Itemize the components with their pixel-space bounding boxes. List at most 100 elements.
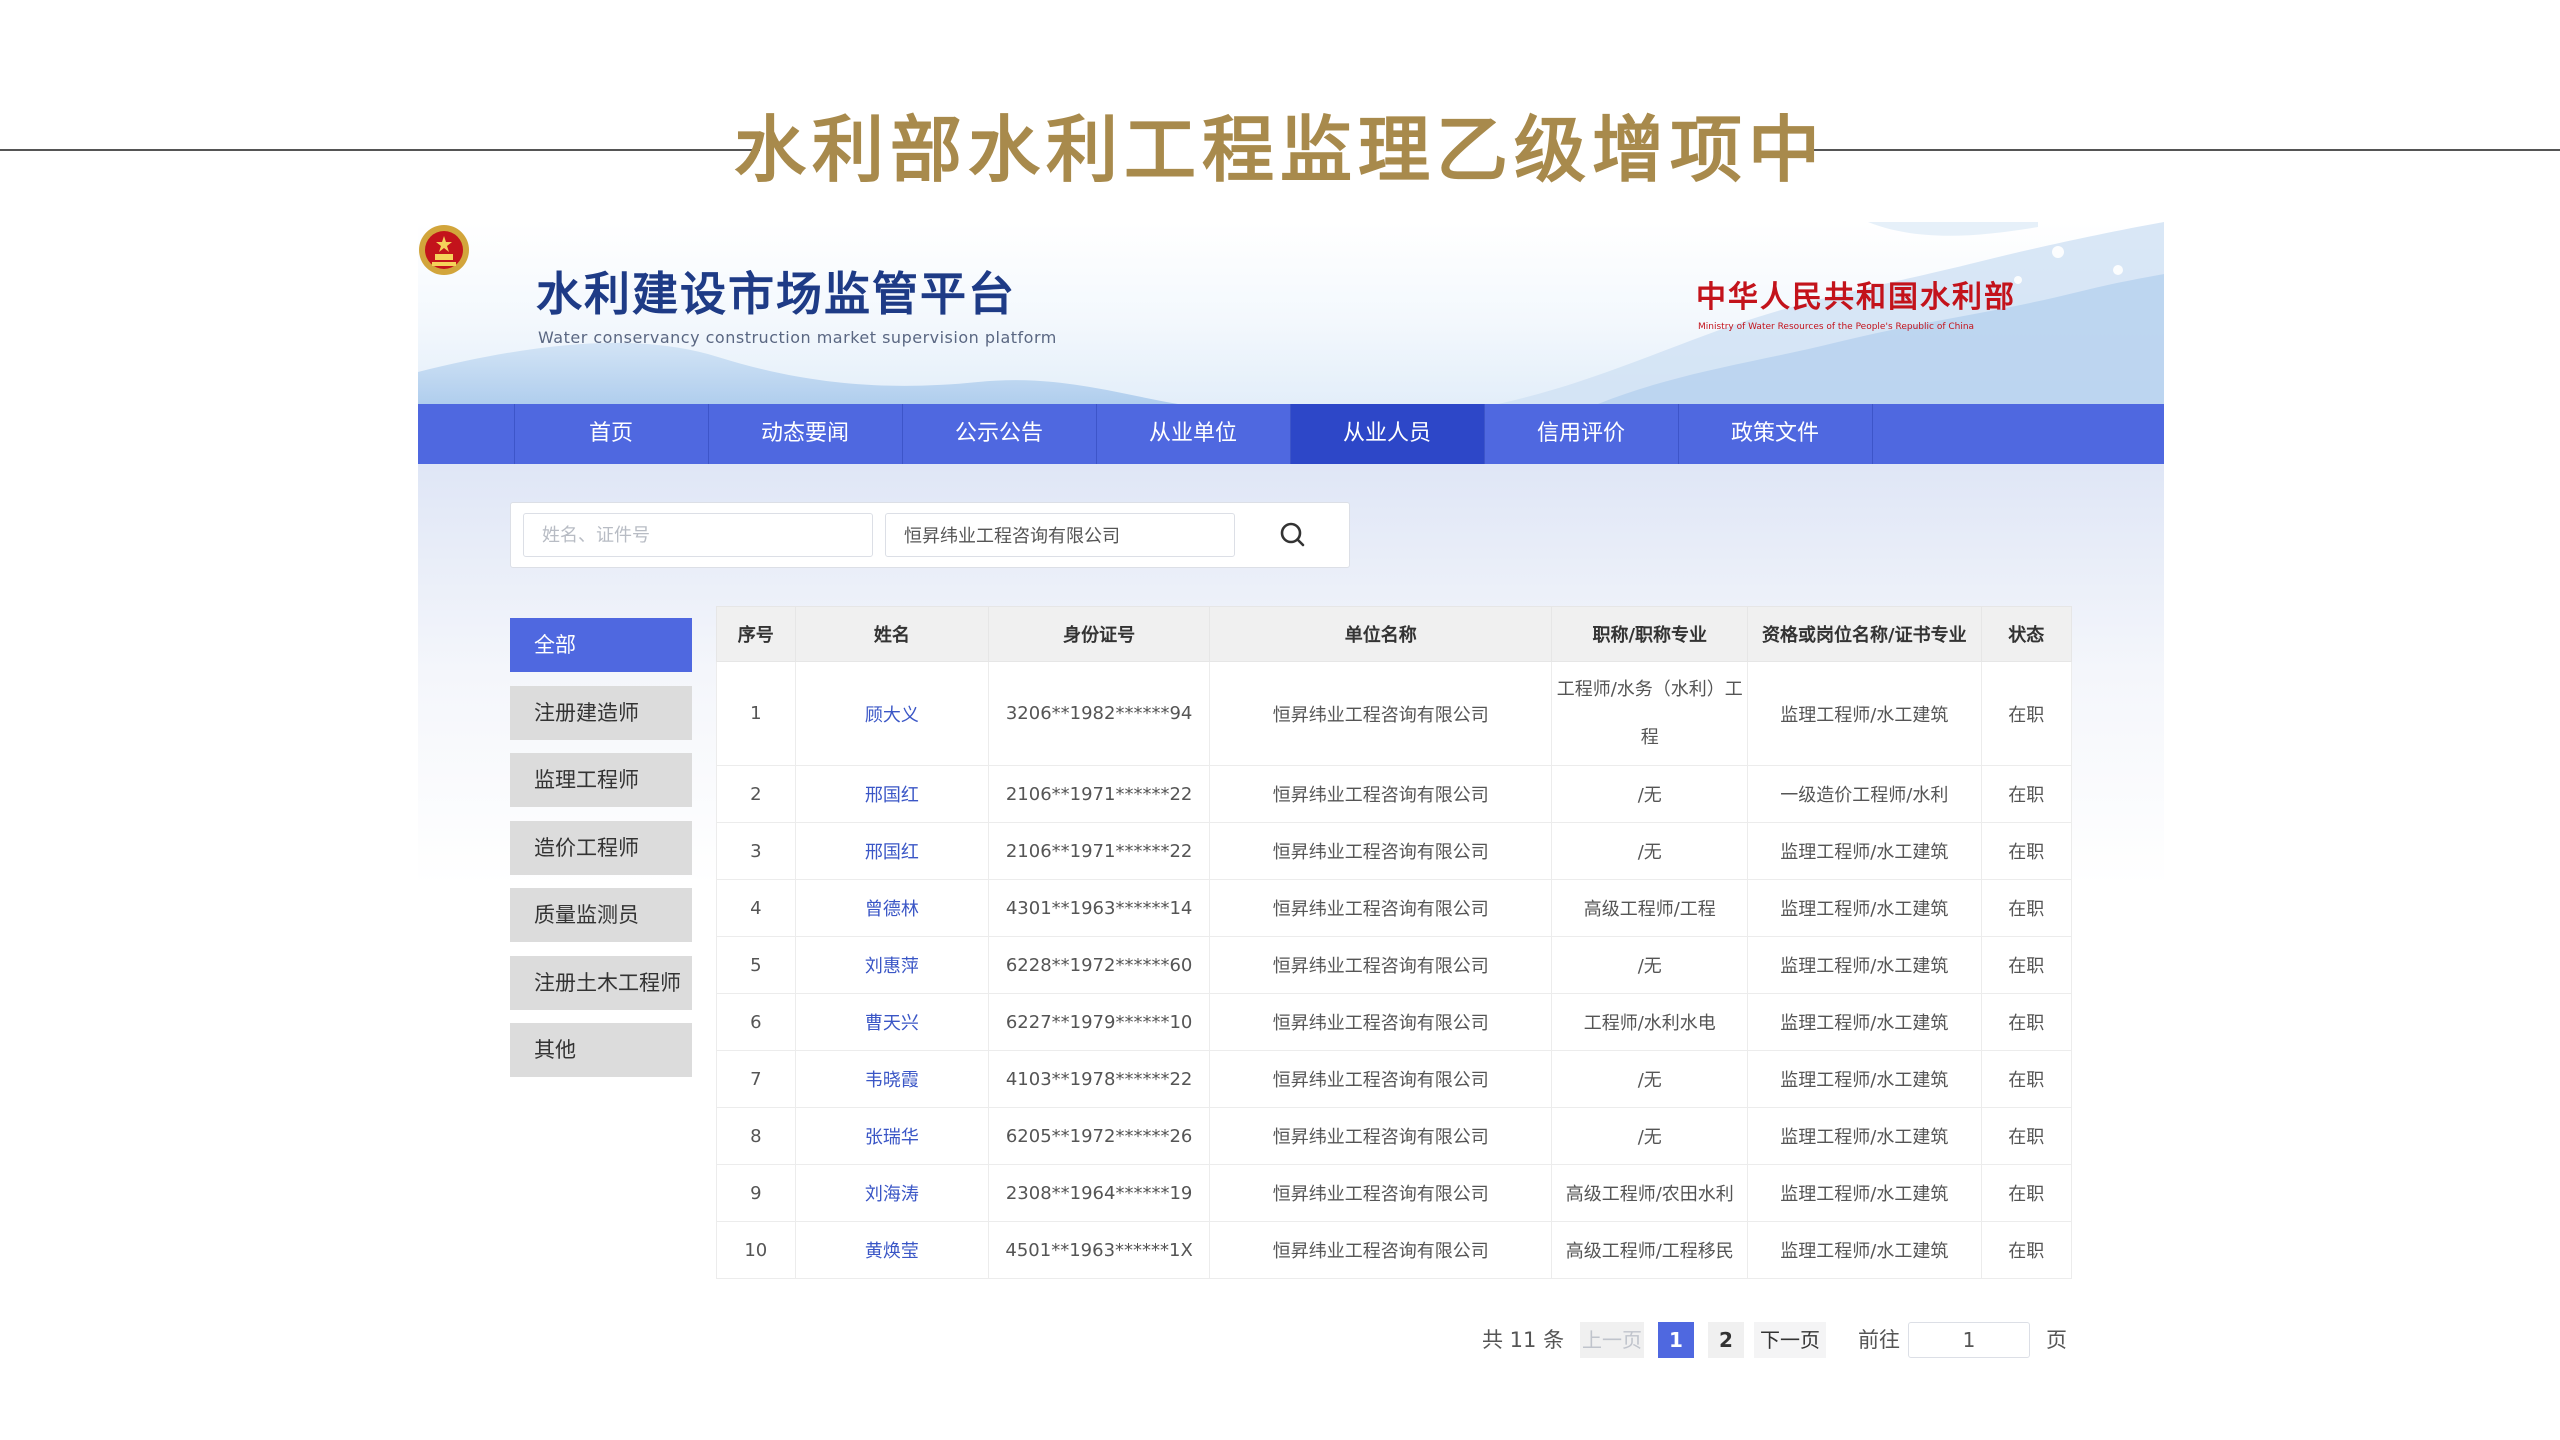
- sidebar-item-registered-constructor[interactable]: 注册建造师: [510, 686, 692, 740]
- table-cell: 高级工程师/农田水利: [1551, 1164, 1749, 1222]
- sidebar-item-quality-inspector[interactable]: 质量监测员: [510, 888, 692, 942]
- sidebar-item-all[interactable]: 全部: [510, 618, 692, 672]
- table-cell: 在职: [1980, 1107, 2072, 1165]
- person-name-link[interactable]: 曾德林: [794, 879, 990, 937]
- national-emblem-icon: [419, 225, 469, 275]
- table-cell: 恒昇纬业工程咨询有限公司: [1209, 993, 1553, 1051]
- nav-divider: [708, 404, 709, 464]
- page-2-button[interactable]: 2: [1708, 1322, 1744, 1358]
- nav-item-announcements[interactable]: 公示公告: [902, 404, 1096, 464]
- nav-item-credit[interactable]: 信用评价: [1484, 404, 1678, 464]
- person-name-link[interactable]: 黄焕莹: [794, 1221, 990, 1279]
- search-bar: [510, 502, 1350, 568]
- table-cell: 监理工程师/水工建筑: [1747, 661, 1982, 766]
- goto-label: 前往: [1858, 1328, 1900, 1352]
- column-header: 资格或岗位名称/证书专业: [1747, 606, 1982, 662]
- table-cell: 恒昇纬业工程咨询有限公司: [1209, 1221, 1553, 1279]
- table-row: 9 刘海涛 2308**1964******19 恒昇纬业工程咨询有限公司 高级工程师/…: [716, 1164, 2072, 1222]
- nav-divider: [1872, 404, 1873, 464]
- table-row: 8 张瑞华 6205**1972******26 恒昇纬业工程咨询有限公司/无 监理工程…: [716, 1107, 2072, 1165]
- next-page-button[interactable]: 下一页: [1754, 1322, 1826, 1358]
- person-name-link[interactable]: 邢国红: [794, 765, 990, 823]
- sidebar-item-civil-engineer[interactable]: 注册土木工程师: [510, 956, 692, 1010]
- person-name-link[interactable]: 刘惠萍: [794, 936, 990, 994]
- table-cell: 在职: [1980, 765, 2072, 823]
- nav-divider: [1484, 404, 1485, 464]
- table-cell: 监理工程师/水工建筑: [1747, 1221, 1982, 1279]
- table-cell: 监理工程师/水工建筑: [1747, 1164, 1982, 1222]
- table-cell: 8: [716, 1107, 796, 1165]
- nav-item-enterprises[interactable]: 从业单位: [1096, 404, 1290, 464]
- column-header: 职称/职称专业: [1551, 606, 1749, 662]
- table-cell: 3: [716, 822, 796, 880]
- table-cell: 4501**1963******1X: [988, 1221, 1211, 1279]
- table-cell: 在职: [1980, 822, 2072, 880]
- table-cell: 恒昇纬业工程咨询有限公司: [1209, 822, 1553, 880]
- table-cell: 恒昇纬业工程咨询有限公司: [1209, 936, 1553, 994]
- table-cell: 6205**1972******26: [988, 1107, 1211, 1165]
- column-header: 状态: [1980, 606, 2072, 662]
- table-cell: 4103**1978******22: [988, 1050, 1211, 1108]
- table-cell: 在职: [1980, 1164, 2072, 1222]
- table-cell: 2106**1971******22: [988, 822, 1211, 880]
- slide-title: 水利部水利工程监理乙级增项中: [733, 108, 1826, 192]
- table-row: 2 邢国红 2106**1971******22 恒昇纬业工程咨询有限公司/无 一级造价…: [716, 765, 2072, 823]
- table-cell: 3206**1982******94: [988, 661, 1211, 766]
- goto-page-input[interactable]: [1908, 1322, 2030, 1358]
- column-header: 单位名称: [1209, 606, 1553, 662]
- table-cell: 工程师/水利水电: [1551, 993, 1749, 1051]
- table-cell: 恒昇纬业工程咨询有限公司: [1209, 1107, 1553, 1165]
- nav-item-policies[interactable]: 政策文件: [1678, 404, 1872, 464]
- table-cell: 10: [716, 1221, 796, 1279]
- column-header: 姓名: [794, 606, 990, 662]
- table-row: 1 顾大义 3206**1982******94 恒昇纬业工程咨询有限公司 工程师/水务…: [716, 661, 2072, 766]
- prev-page-button[interactable]: 上一页: [1580, 1322, 1644, 1358]
- table-cell: 2308**1964******19: [988, 1164, 1211, 1222]
- table-row: 10 黄焕莹 4501**1963******1X 恒昇纬业工程咨询有限公司 高级工程师…: [716, 1221, 2072, 1279]
- table-cell: 6228**1972******60: [988, 936, 1211, 994]
- platform-banner: 水利建设市场监管平台 Water conservancy constructio…: [418, 222, 2164, 404]
- table-row: 4 曾德林 4301**1963******14 恒昇纬业工程咨询有限公司 高级工程师/…: [716, 879, 2072, 937]
- person-name-link[interactable]: 韦晓霞: [794, 1050, 990, 1108]
- table-cell: 高级工程师/工程移民: [1551, 1221, 1749, 1279]
- person-name-link[interactable]: 张瑞华: [794, 1107, 990, 1165]
- search-icon[interactable]: [1275, 517, 1311, 553]
- table-cell: 监理工程师/水工建筑: [1747, 822, 1982, 880]
- table-cell: 在职: [1980, 1221, 2072, 1279]
- name-id-search-input[interactable]: [523, 513, 873, 557]
- table-row: 3 邢国红 2106**1971******22 恒昇纬业工程咨询有限公司/无 监理工程…: [716, 822, 2072, 880]
- table-cell: /无: [1551, 822, 1749, 880]
- table-cell: /无: [1551, 765, 1749, 823]
- sidebar-item-other[interactable]: 其他: [510, 1023, 692, 1077]
- table-header-row: 序号 姓名 身份证号 单位名称 职称/职称专业 资格或岗位名称/证书专业 状态: [716, 606, 2072, 662]
- table-cell: 在职: [1980, 993, 2072, 1051]
- table-row: 6 曹天兴 6227**1979******10 恒昇纬业工程咨询有限公司 工程师/水利…: [716, 993, 2072, 1051]
- table-cell: /无: [1551, 1050, 1749, 1108]
- person-name-link[interactable]: 邢国红: [794, 822, 990, 880]
- pagination-total: 共 11 条: [1482, 1328, 1565, 1352]
- table-cell: 在职: [1980, 936, 2072, 994]
- table-cell: 2106**1971******22: [988, 765, 1211, 823]
- table-cell: 监理工程师/水工建筑: [1747, 993, 1982, 1051]
- sidebar-item-supervision-engineer[interactable]: 监理工程师: [510, 753, 692, 807]
- sidebar-item-cost-engineer[interactable]: 造价工程师: [510, 821, 692, 875]
- person-name-link[interactable]: 顾大义: [794, 661, 990, 766]
- nav-item-home[interactable]: 首页: [514, 404, 708, 464]
- table-cell: 2: [716, 765, 796, 823]
- table-cell: 高级工程师/工程: [1551, 879, 1749, 937]
- nav-item-personnel[interactable]: 从业人员: [1290, 404, 1484, 464]
- table-cell: 在职: [1980, 1050, 2072, 1108]
- table-row: 5 刘惠萍 6228**1972******60 恒昇纬业工程咨询有限公司/无 监理工程…: [716, 936, 2072, 994]
- nav-item-news[interactable]: 动态要闻: [708, 404, 902, 464]
- company-search-input[interactable]: [885, 513, 1235, 557]
- table-cell: 5: [716, 936, 796, 994]
- table-cell: 一级造价工程师/水利: [1747, 765, 1982, 823]
- table-cell: 4301**1963******14: [988, 879, 1211, 937]
- person-name-link[interactable]: 刘海涛: [794, 1164, 990, 1222]
- table-cell: /无: [1551, 936, 1749, 994]
- person-name-link[interactable]: 曹天兴: [794, 993, 990, 1051]
- platform-screenshot: 水利建设市场监管平台 Water conservancy constructio…: [418, 222, 2164, 1402]
- page-1-button[interactable]: 1: [1658, 1322, 1694, 1358]
- table-cell: 在职: [1980, 661, 2072, 766]
- table-cell: 6227**1979******10: [988, 993, 1211, 1051]
